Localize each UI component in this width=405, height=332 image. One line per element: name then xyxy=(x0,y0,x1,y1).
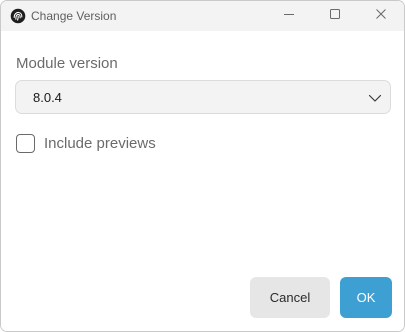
module-version-label: Module version xyxy=(16,55,118,72)
minimize-icon xyxy=(283,7,295,25)
title-bar[interactable]: Change Version xyxy=(1,1,404,31)
fingerprint-icon xyxy=(10,8,26,24)
maximize-button[interactable] xyxy=(312,1,358,31)
cancel-button[interactable]: Cancel xyxy=(250,277,330,318)
include-previews-label[interactable]: Include previews xyxy=(44,135,156,153)
ok-button[interactable]: OK xyxy=(340,277,392,318)
close-icon xyxy=(375,7,387,25)
window-title: Change Version xyxy=(31,9,117,23)
close-button[interactable] xyxy=(358,1,404,31)
maximize-icon xyxy=(329,7,341,25)
module-version-dropdown[interactable]: 8.0.4 xyxy=(15,80,391,114)
change-version-dialog: Change Version Module version 8.0.4 Incl… xyxy=(0,0,405,332)
dialog-content: Module version 8.0.4 Include previews Ca… xyxy=(1,31,404,331)
minimize-button[interactable] xyxy=(266,1,312,31)
include-previews-checkbox[interactable] xyxy=(16,134,35,153)
module-version-value: 8.0.4 xyxy=(33,90,62,105)
chevron-down-icon xyxy=(368,91,382,105)
